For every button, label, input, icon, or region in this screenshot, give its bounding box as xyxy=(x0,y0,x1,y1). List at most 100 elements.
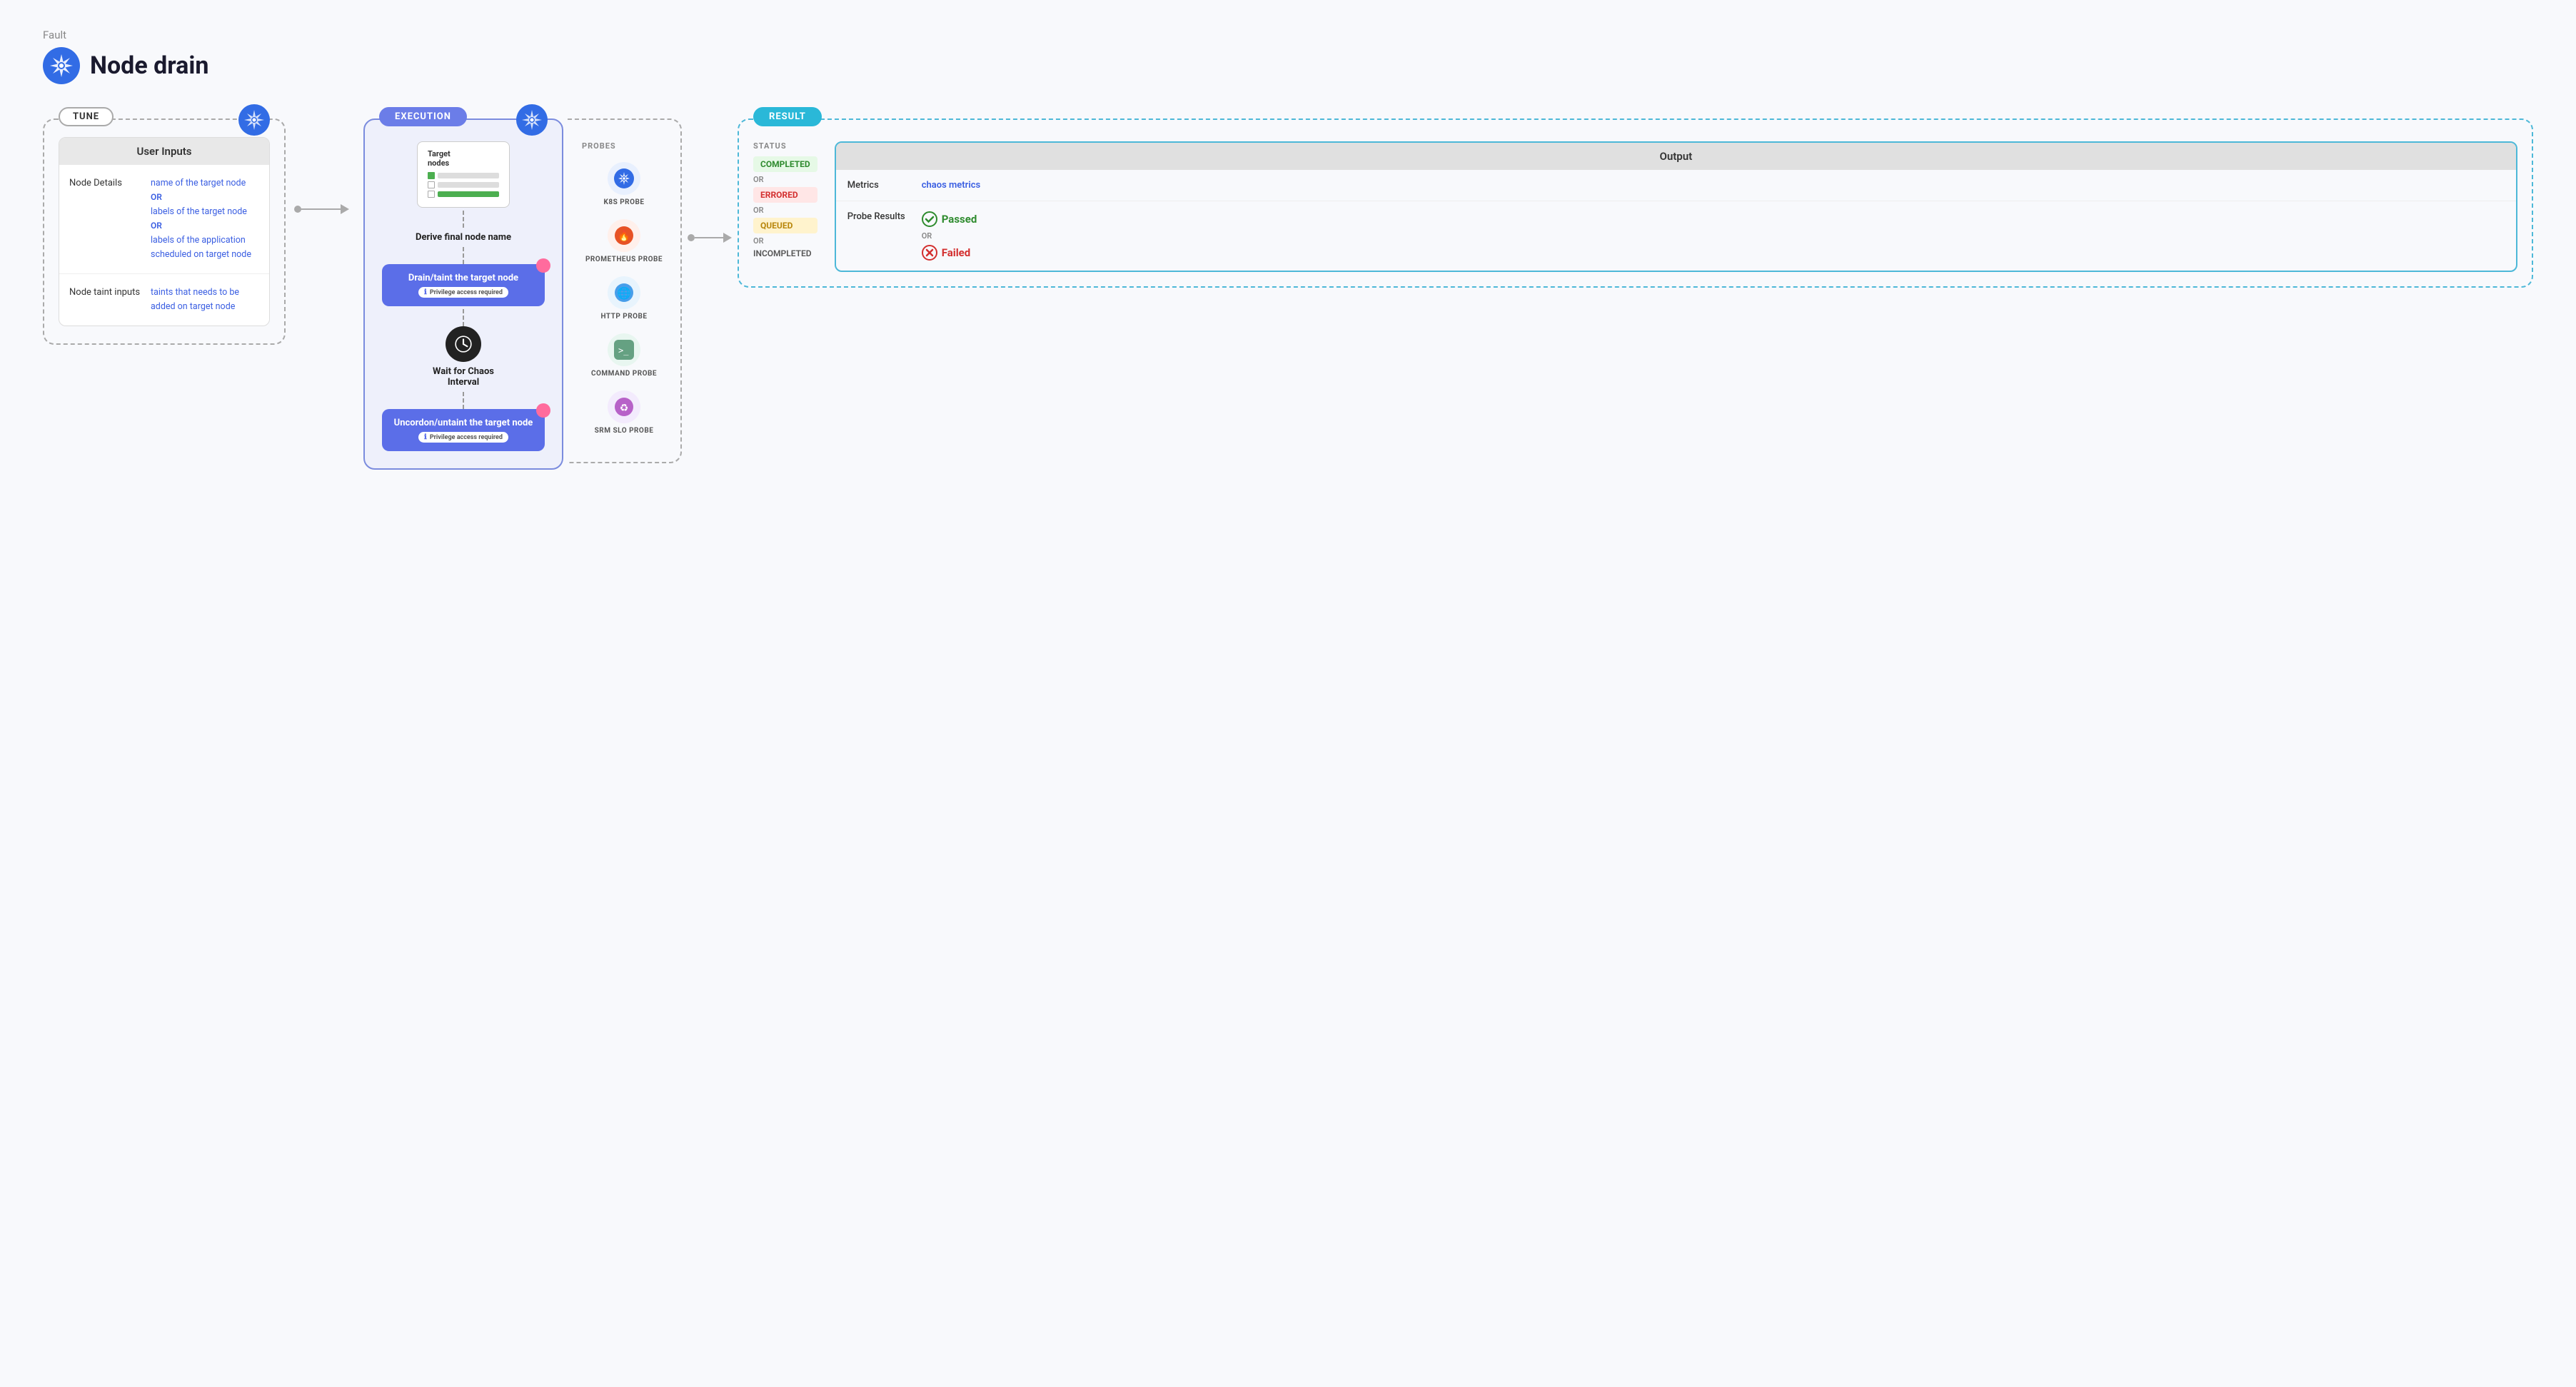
node-checkbox-row-2 xyxy=(428,181,499,188)
command-probe-name: COMMAND PROBE xyxy=(591,370,657,378)
output-card: Output Metrics chaos metrics Probe Resul… xyxy=(835,141,2517,272)
execution-k8s-icon xyxy=(516,104,548,136)
fault-label: Fault xyxy=(43,29,2533,41)
result-section: RESULT STATUS COMPLETED OR ERRORED OR QU… xyxy=(738,118,2533,288)
result-inner-row: STATUS COMPLETED OR ERRORED OR QUEUED OR… xyxy=(753,141,2517,272)
tune-to-execution-arrow xyxy=(286,204,358,214)
svg-text:♻: ♻ xyxy=(620,403,629,414)
status-list: COMPLETED OR ERRORED OR QUEUED OR INCOMP… xyxy=(753,156,817,258)
drain-taint-button[interactable]: Drain/taint the target node ℹ Privilege … xyxy=(382,264,545,306)
small-arrow-circle xyxy=(688,234,695,241)
passed-text: Passed xyxy=(942,213,977,226)
derive-node-label: Derive final node name xyxy=(416,232,511,243)
node-details-values: name of the target node OR labels of the… xyxy=(151,176,259,262)
http-probe-item: 🌐 HTTP PROBE xyxy=(582,276,666,321)
svg-text:🌐: 🌐 xyxy=(617,286,631,300)
target-nodes-card: Targetnodes xyxy=(417,141,510,208)
priv-icon-2: ℹ xyxy=(424,433,427,441)
arrow-line xyxy=(298,208,341,210)
node-line-1 xyxy=(438,173,499,178)
svg-text:>_: >_ xyxy=(618,346,629,355)
clock-icon xyxy=(446,326,481,362)
uncordon-pink-dot xyxy=(536,403,550,418)
target-nodes-wrapper: Targetnodes xyxy=(417,141,510,208)
tune-badge: TUNE xyxy=(59,107,114,126)
k8s-probe-name: K8S PROBE xyxy=(604,198,645,206)
probes-section: PROBES K8S PROBE 🔥 PROMETHEUS P xyxy=(568,118,682,463)
user-inputs-card: User Inputs Node Details name of the tar… xyxy=(59,137,270,326)
page-title: Node drain xyxy=(90,51,208,80)
dashed-line-3 xyxy=(463,309,464,326)
node-line-2 xyxy=(438,182,499,188)
failed-icon xyxy=(922,245,937,261)
node-checkbox-1 xyxy=(428,172,435,179)
node-checkbox-row xyxy=(428,172,499,179)
uncordon-priv-badge: ℹ Privilege access required xyxy=(418,432,508,443)
probe-results-row: Probe Results Passed OR xyxy=(836,201,2516,271)
status-queued: QUEUED xyxy=(753,218,817,233)
arrow-head xyxy=(341,204,349,214)
or-label: OR xyxy=(922,231,977,241)
user-inputs-header: User Inputs xyxy=(59,138,269,165)
probe-results-values: Passed OR Failed xyxy=(922,211,977,261)
execution-badge: EXECUTION xyxy=(379,107,467,126)
metrics-label: Metrics xyxy=(847,180,912,191)
metrics-value: chaos metrics xyxy=(922,180,980,191)
kubernetes-icon xyxy=(43,47,80,84)
tune-k8s-icon xyxy=(238,104,270,136)
failed-badge: Failed xyxy=(922,245,977,261)
node-checkbox-3 xyxy=(428,191,435,198)
target-nodes-title: Targetnodes xyxy=(428,149,499,168)
node-taint-row: Node taint inputs taints that needs to b… xyxy=(59,274,269,326)
node-checkbox-2 xyxy=(428,181,435,188)
status-completed: COMPLETED xyxy=(753,156,817,172)
dashed-line-2 xyxy=(463,247,464,264)
metrics-row: Metrics chaos metrics xyxy=(836,170,2516,201)
drain-taint-wrapper: Drain/taint the target node ℹ Privilege … xyxy=(382,264,545,306)
output-header: Output xyxy=(836,143,2516,170)
status-errored: ERRORED xyxy=(753,187,817,203)
uncordon-button[interactable]: Uncordon/untaint the target node ℹ Privi… xyxy=(382,409,545,451)
small-arrow-line xyxy=(695,237,723,238)
node-taint-label: Node taint inputs xyxy=(69,286,141,314)
srm-probe-item: ♻ SRM SLO PROBE xyxy=(582,390,666,435)
status-label: STATUS xyxy=(753,141,817,151)
drain-priv-badge: ℹ Privilege access required xyxy=(418,287,508,298)
command-probe-item: >_ COMMAND PROBE xyxy=(582,333,666,378)
node-details-label: Node Details xyxy=(69,176,141,262)
uncordon-wrapper: Uncordon/untaint the target node ℹ Privi… xyxy=(382,409,545,451)
prometheus-probe-icon: 🔥 xyxy=(608,219,640,252)
drain-pink-dot xyxy=(536,258,550,273)
execution-flow: Targetnodes Derive final n xyxy=(382,141,545,451)
result-badge: RESULT xyxy=(753,107,822,126)
status-column: STATUS COMPLETED OR ERRORED OR QUEUED OR… xyxy=(753,141,817,258)
prometheus-probe-item: 🔥 PROMETHEUS PROBE xyxy=(582,219,666,263)
status-or-1: OR xyxy=(753,175,817,184)
small-arrow-head xyxy=(723,233,732,243)
node-details-row: Node Details name of the target node OR … xyxy=(59,165,269,274)
prometheus-probe-name: PROMETHEUS PROBE xyxy=(585,256,663,263)
failed-text: Failed xyxy=(942,246,971,259)
wait-chaos-label: Wait for ChaosInterval xyxy=(433,366,494,388)
node-line-3 xyxy=(438,191,499,197)
node-checkbox-row-3 xyxy=(428,191,499,198)
tune-section: TUNE User Inputs Node Details name of th… xyxy=(43,118,286,345)
k8s-probe-item: K8S PROBE xyxy=(582,162,666,206)
srm-probe-icon: ♻ xyxy=(608,390,640,423)
http-probe-icon: 🌐 xyxy=(608,276,640,309)
srm-probe-name: SRM SLO PROBE xyxy=(595,427,654,435)
k8s-probe-icon xyxy=(608,162,640,195)
status-or-2: OR xyxy=(753,206,817,215)
probes-to-result-arrow xyxy=(682,233,738,243)
node-taint-values: taints that needs to be added on target … xyxy=(151,286,259,314)
dashed-line-1 xyxy=(463,211,464,228)
command-probe-icon: >_ xyxy=(608,333,640,366)
status-incompleted: INCOMPLETED xyxy=(753,248,817,258)
passed-badge: Passed xyxy=(922,211,977,227)
http-probe-name: HTTP PROBE xyxy=(600,313,647,321)
status-or-3: OR xyxy=(753,236,817,246)
execution-section: EXECUTION Targetnodes xyxy=(363,118,563,470)
probe-results-label: Probe Results xyxy=(847,211,912,222)
priv-icon-1: ℹ xyxy=(424,288,427,296)
passed-icon xyxy=(922,211,937,227)
